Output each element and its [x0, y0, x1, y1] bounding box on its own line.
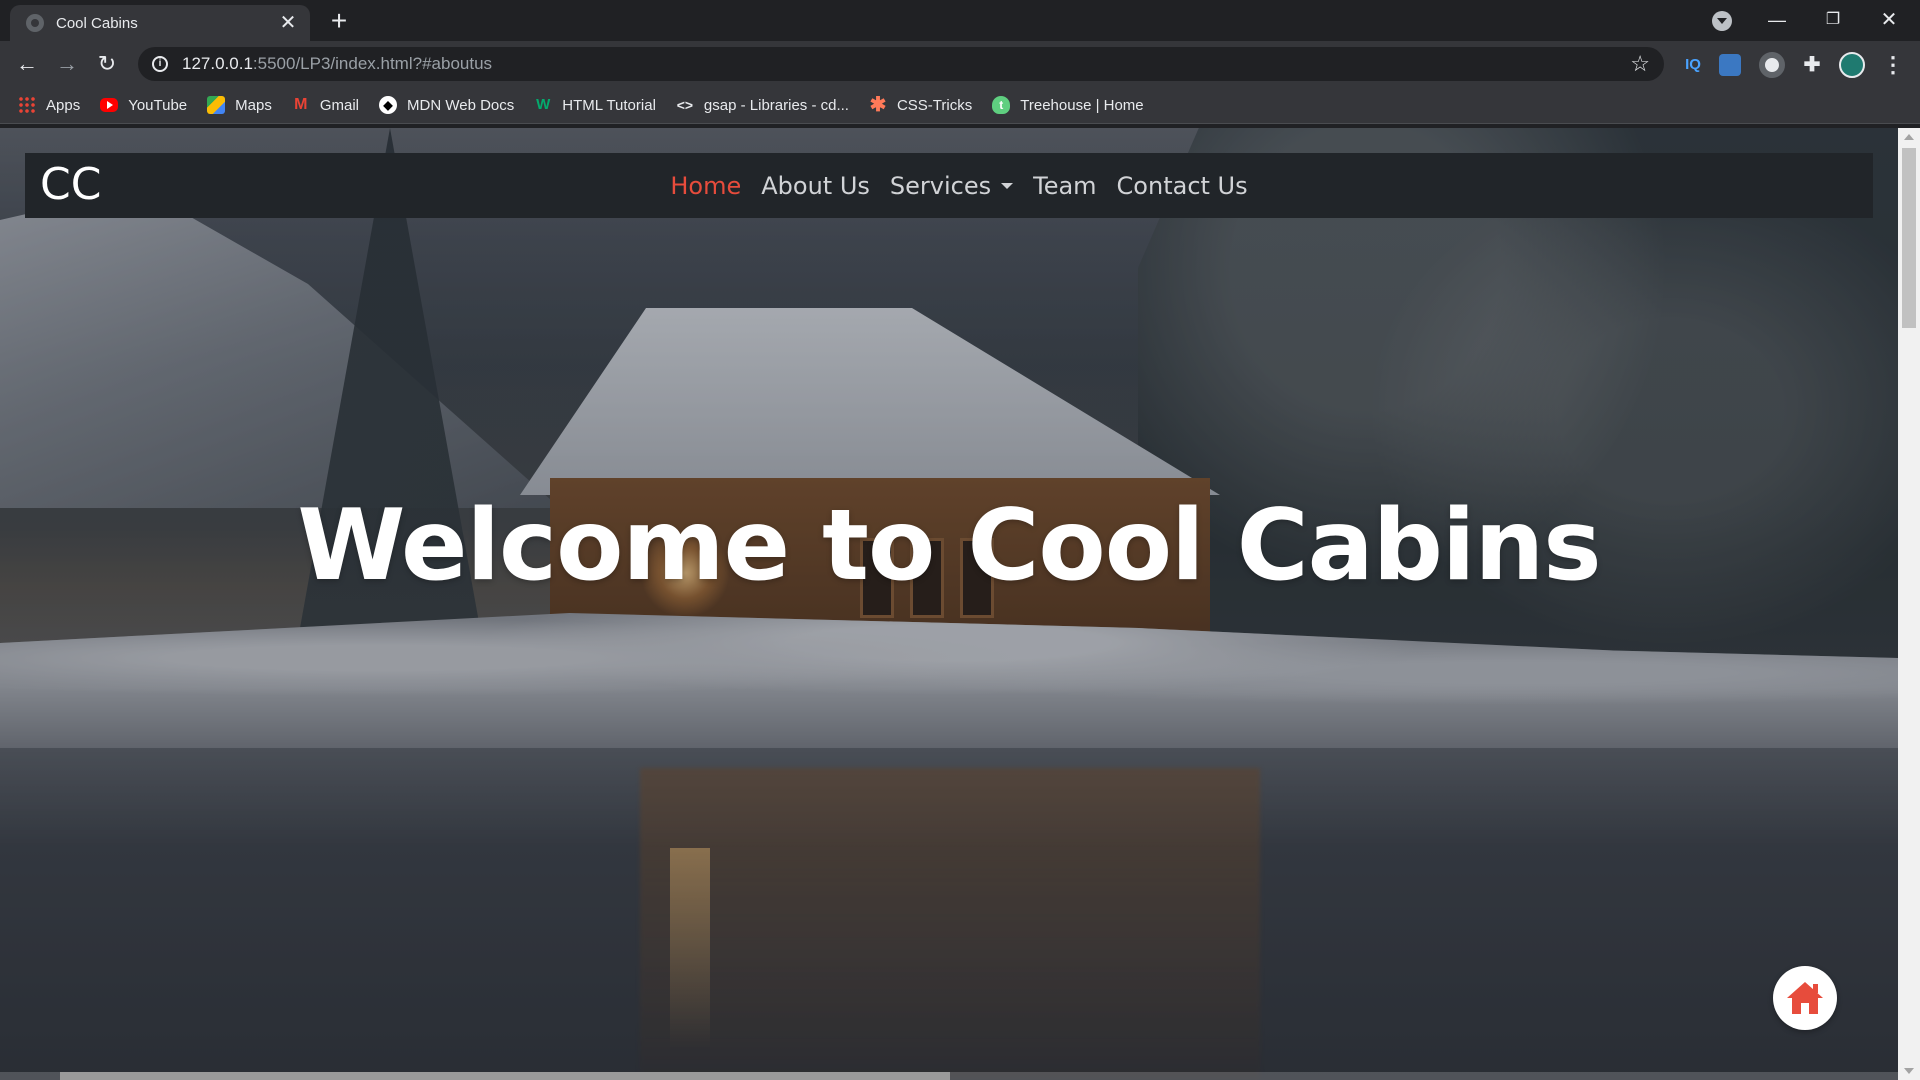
bookmark-html-tutorial[interactable]: W HTML Tutorial	[534, 96, 656, 114]
gmail-icon: M	[294, 96, 308, 113]
site-navbar: CC Home About Us Services Team Contact U…	[25, 153, 1873, 218]
info-icon[interactable]: i	[152, 56, 168, 72]
forward-button[interactable]: →	[52, 49, 82, 79]
restore-button[interactable]: ❐	[1810, 4, 1856, 36]
nav-contact-link[interactable]: Contact Us	[1117, 172, 1248, 200]
browser-toolbar: ← → ↻ i 127.0.0.1:5500/LP3/index.html?#a…	[0, 41, 1920, 87]
url-text[interactable]: 127.0.0.1:5500/LP3/index.html?#aboutus	[182, 54, 1630, 74]
nav-links: Home About Us Services Team Contact Us	[25, 153, 1873, 218]
code-icon: <>	[676, 97, 694, 113]
apps-grid-icon	[18, 96, 36, 114]
bookmark-mdn[interactable]: ◆ MDN Web Docs	[379, 96, 514, 114]
browser-tab[interactable]: Cool Cabins ✕	[10, 5, 310, 41]
close-window-button[interactable]: ✕	[1866, 4, 1912, 36]
bookmark-apps[interactable]: Apps	[18, 96, 80, 114]
scroll-up-arrow-icon[interactable]	[1904, 134, 1914, 140]
menu-kebab-icon[interactable]: ⋮	[1880, 52, 1906, 78]
reload-button[interactable]: ↻	[92, 49, 122, 79]
address-bar[interactable]: i 127.0.0.1:5500/LP3/index.html?#aboutus…	[138, 47, 1664, 81]
circle-extension-icon[interactable]	[1759, 52, 1785, 78]
close-tab-icon[interactable]: ✕	[278, 13, 298, 33]
mdn-icon: ◆	[379, 96, 398, 114]
home-icon	[1787, 982, 1823, 1014]
vertical-scroll-thumb[interactable]	[1902, 148, 1916, 328]
nav-team-link[interactable]: Team	[1033, 172, 1096, 200]
w3schools-icon: W	[536, 96, 551, 113]
hero-title: Welcome to Cool Cabins	[297, 489, 1601, 603]
bookmark-css-tricks[interactable]: ✱ CSS-Tricks	[869, 94, 973, 116]
avatar[interactable]	[1839, 52, 1865, 78]
puzzle-icon[interactable]: ✚	[1799, 52, 1825, 78]
scroll-down-arrow-icon[interactable]	[1904, 1068, 1914, 1074]
bookmark-youtube[interactable]: YouTube	[100, 97, 187, 114]
tab-search-icon[interactable]	[1712, 11, 1732, 31]
back-button[interactable]: ←	[12, 49, 42, 79]
caret-down-icon	[1001, 182, 1014, 189]
css-tricks-icon: ✱	[869, 94, 887, 116]
horizontal-scrollbar[interactable]	[0, 1072, 1898, 1080]
youtube-icon	[100, 98, 119, 112]
nav-services-dropdown[interactable]: Services	[890, 172, 1014, 200]
maps-icon	[207, 96, 226, 114]
bookmarks-bar: Apps YouTube Maps M Gmail ◆ MDN Web Docs…	[0, 87, 1920, 124]
new-tab-button[interactable]: +	[325, 7, 353, 36]
bookmark-treehouse[interactable]: t Treehouse | Home	[992, 96, 1144, 114]
treehouse-icon: t	[992, 96, 1011, 114]
iq-extension-icon[interactable]: IQ	[1680, 52, 1706, 78]
downloader-extension-icon[interactable]	[1719, 54, 1741, 76]
bookmark-star-icon[interactable]: ☆	[1630, 51, 1650, 77]
bookmark-gmail[interactable]: M Gmail	[292, 96, 359, 114]
bookmark-gsap[interactable]: <> gsap - Libraries - cd...	[676, 96, 849, 114]
home-button[interactable]	[1773, 966, 1837, 1030]
horizontal-scroll-thumb[interactable]	[60, 1072, 950, 1080]
hero-section: CC Home About Us Services Team Contact U…	[0, 128, 1898, 1080]
globe-icon	[26, 14, 44, 32]
nav-home-link[interactable]: Home	[670, 172, 741, 200]
page-viewport: CC Home About Us Services Team Contact U…	[0, 128, 1920, 1080]
tab-strip: Cool Cabins ✕ + — ❐ ✕	[0, 0, 1920, 41]
minimize-button[interactable]: —	[1754, 4, 1800, 36]
vertical-scrollbar[interactable]	[1898, 128, 1920, 1080]
tab-title: Cool Cabins	[56, 14, 138, 32]
bookmark-maps[interactable]: Maps	[207, 96, 272, 114]
nav-about-link[interactable]: About Us	[761, 172, 870, 200]
